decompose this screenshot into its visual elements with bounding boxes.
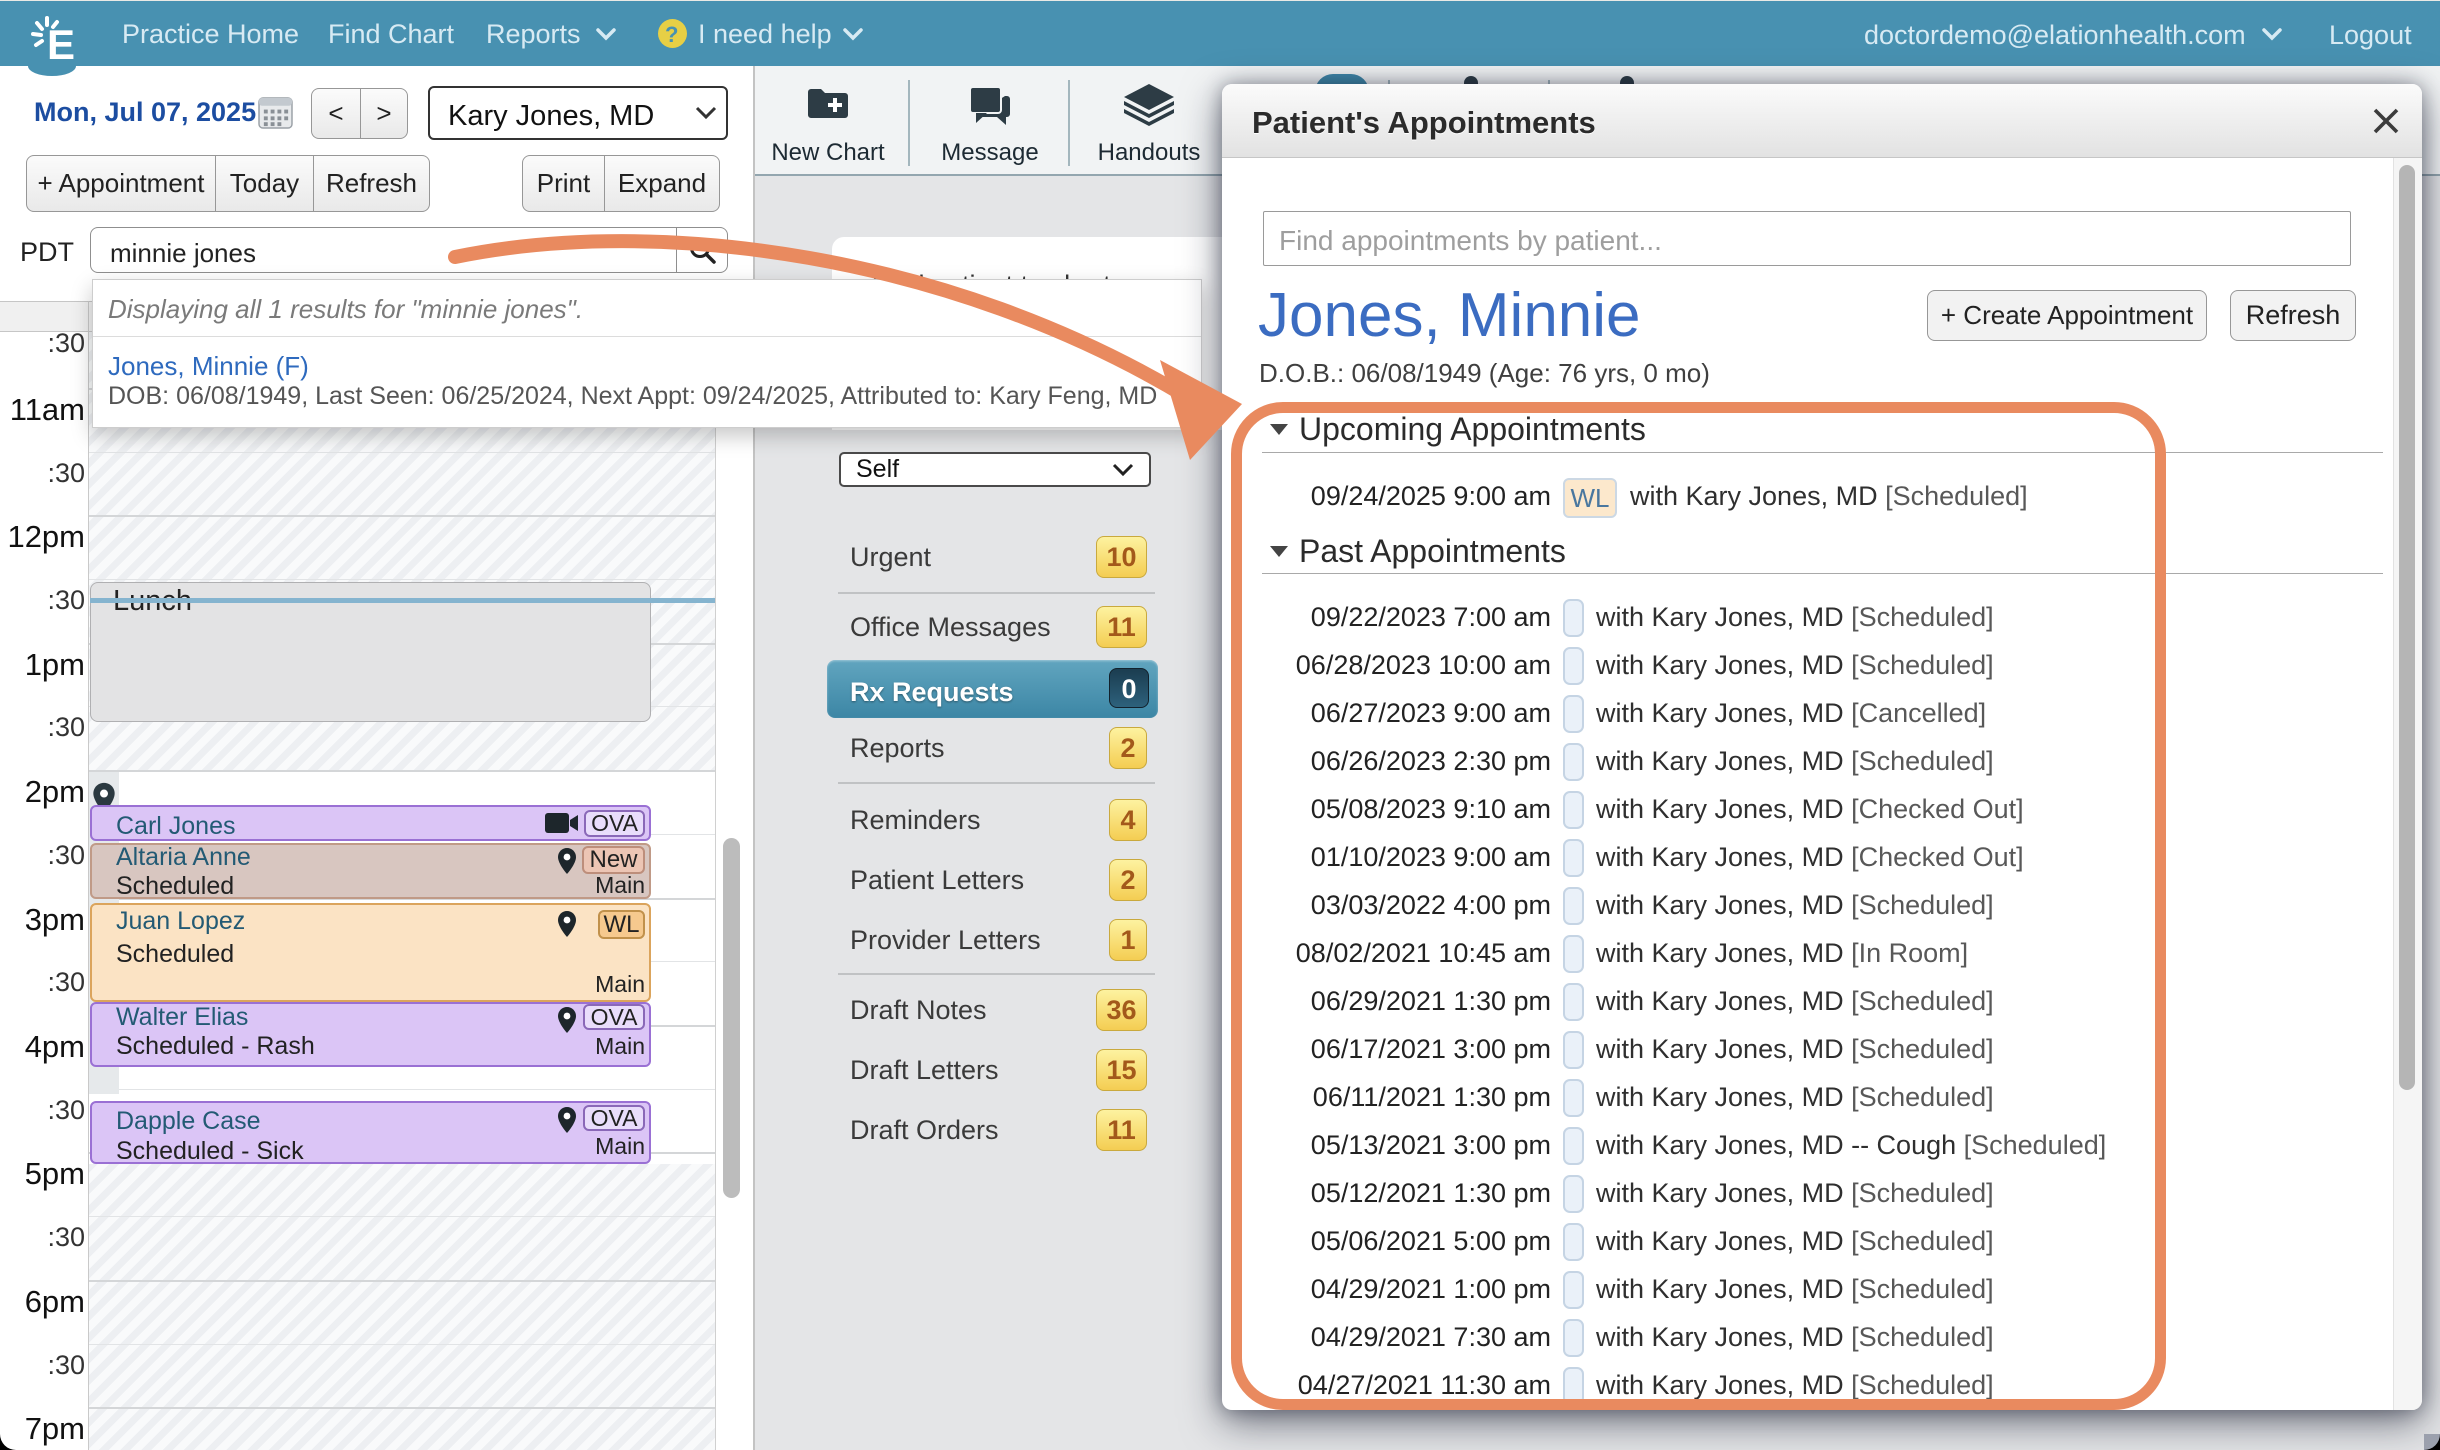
svg-text:E: E xyxy=(47,21,75,64)
